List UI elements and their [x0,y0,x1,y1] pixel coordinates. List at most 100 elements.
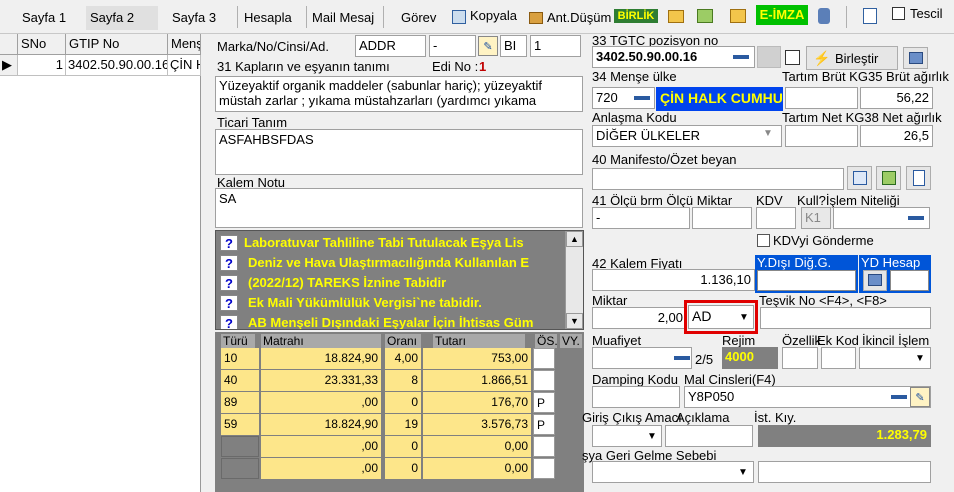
tax-cell-tutar[interactable]: 0,00 [423,458,531,479]
hesapla-button[interactable]: Hesapla [240,6,296,30]
chevron-down-icon[interactable]: ▼ [739,312,749,323]
cell-sno[interactable]: 1 [18,55,66,76]
info-item[interactable]: ? Laboratuvar Tahliline Tabi Tutulacak Eş… [218,233,524,253]
miktar-input[interactable]: 2,00 [592,307,687,329]
mail-mesaj-button[interactable]: Mail Mesaj [308,6,378,30]
tax-cell-matrah[interactable]: 18.824,90 [261,414,381,435]
column-header-mense[interactable]: Menş [168,34,201,55]
net-agirlik-input[interactable]: 26,5 [860,125,933,147]
tax-cell-os[interactable] [533,436,555,457]
tgtc-checkbox[interactable] [785,50,800,65]
scroll-up-icon[interactable]: ▲ [566,231,583,247]
birlestir-button[interactable]: ⚡ Birleştir [806,46,898,70]
tax-cell-tur[interactable]: 59 [221,414,259,435]
tax-cell-tutar[interactable]: 753,00 [423,348,531,369]
olcu-miktar-input[interactable] [692,207,752,229]
info-item[interactable]: ? Deniz ve Hava Ulaştırmacılığında Kullan… [218,253,529,273]
tab-sayfa-3[interactable]: Sayfa 3 [168,6,220,30]
tax-cell-matrah[interactable]: ,00 [261,392,381,413]
copy-icon[interactable] [452,10,466,24]
aciklama-input[interactable] [665,425,753,447]
marka-dash-input[interactable]: - [429,35,476,57]
tax-cell-tur[interactable]: 10 [221,348,259,369]
ist-kiy-field[interactable]: 1.283,79 [758,425,931,447]
tax-cell-tur[interactable]: 89 [221,392,259,413]
manifesto-list-button[interactable] [847,166,872,190]
rejim-field[interactable]: 4000 [722,347,778,369]
islem-lookup-icon[interactable] [906,208,926,228]
tax-cell-os[interactable]: P [533,392,555,413]
birlik-button[interactable]: BİRLİK [614,9,658,23]
info-item[interactable]: ? (2022/12) TAREKS İznine Tabidir [218,273,446,293]
kalem-notu-textarea[interactable]: SA [215,188,583,228]
kdv-input[interactable] [756,207,796,229]
tartim-net-input[interactable] [785,125,858,147]
tax-cell-oran[interactable]: 8 [385,370,421,391]
tax-cell-matrah[interactable]: ,00 [261,436,381,457]
tax-cell-tutar[interactable]: 0,00 [423,436,531,457]
chevron-down-icon[interactable]: ▼ [915,353,925,364]
scroll-down-icon[interactable]: ▼ [566,313,583,329]
tax-cell-tutar[interactable]: 3.576,73 [423,414,531,435]
column-header-gtip[interactable]: GTIP No [66,34,168,55]
tab-sayfa-1[interactable]: Sayfa 1 [18,6,70,30]
folder-up-icon[interactable] [697,9,713,23]
info-item[interactable]: ? Ek Mali Yükümlülük Vergisi`ne tabidir. [218,293,482,313]
tanim-textarea[interactable]: Yüzeyaktif organik maddeler (sabunlar ha… [215,76,583,112]
tax-cell-matrah[interactable]: 23.331,33 [261,370,381,391]
tax-cell-oran[interactable]: 19 [385,414,421,435]
tax-cell-tur[interactable] [221,458,259,479]
kdvyi-checkbox[interactable] [757,234,770,247]
chevron-down-icon[interactable]: ▼ [647,431,657,442]
column-header-sno[interactable]: SNo [18,34,66,55]
tax-cell-matrah[interactable]: 18.824,90 [261,348,381,369]
edit-icon[interactable]: ✎ [478,36,498,56]
ozellik-input[interactable] [782,347,818,369]
kopyala-button[interactable]: Kopyala [466,4,521,28]
cell-gtip[interactable]: 3402.50.90.00.16 [66,55,168,76]
tab-sayfa-2[interactable]: Sayfa 2 [86,6,158,30]
tax-cell-tutar[interactable]: 1.866,51 [423,370,531,391]
gorev-button[interactable]: Görev [397,6,440,30]
manifesto-grid-button[interactable] [876,166,901,190]
bi-input[interactable]: BI [500,35,527,57]
ekkod-input[interactable] [821,347,856,369]
ydisi-input[interactable] [757,270,856,291]
tax-cell-os[interactable] [533,370,555,391]
folder-down-icon[interactable] [730,9,746,23]
ticari-textarea[interactable]: ASFAHBSFDAS [215,129,583,175]
anlasma-select[interactable]: DİĞER ÜLKELER [592,125,782,147]
edit-icon[interactable]: ✎ [910,387,930,407]
search-doc-icon[interactable] [863,8,877,24]
info-scrollbar[interactable]: ▲ ▼ [565,231,583,329]
folder-icon[interactable] [668,10,684,23]
mense-name-field[interactable]: ÇİN HALK CUMHU [656,87,783,111]
geri-select[interactable] [592,461,754,483]
row-indicator[interactable]: ▶ [0,55,18,76]
tax-cell-os[interactable]: P [533,414,555,435]
brut-agirlik-input[interactable]: 56,22 [860,87,933,109]
kalem-fiyat-input[interactable]: 1.136,10 [592,269,755,291]
damping-input[interactable] [592,386,680,408]
info-item[interactable]: ? AB Menşeli Dışındaki Eşyalar İçin İhtis… [218,313,533,329]
tax-cell-oran[interactable]: 4,00 [385,348,421,369]
tartim-brut-input[interactable] [785,87,858,109]
ydhesap-button[interactable] [863,270,887,291]
tgtc-lookup-icon[interactable] [731,47,751,67]
cell-mense[interactable]: ÇİN H [168,55,201,76]
tax-cell-oran[interactable]: 0 [385,392,421,413]
tax-cell-tur[interactable]: 40 [221,370,259,391]
e-imza-button[interactable]: E-İMZA [756,5,808,25]
chevron-down-icon[interactable]: ▼ [763,128,773,139]
tax-cell-oran[interactable]: 0 [385,458,421,479]
k1-input[interactable]: K1 [801,207,831,229]
tax-cell-oran[interactable]: 0 [385,436,421,457]
ant-dusum-button[interactable]: Ant.Düşüm [543,6,615,30]
calculator-button[interactable] [903,47,928,69]
marka-input[interactable]: ADDR [355,35,426,57]
ydhesap-input[interactable] [890,270,929,291]
mense-lookup-icon[interactable] [632,88,652,108]
muafiyet-lookup-icon[interactable] [672,348,692,368]
bi-value-input[interactable]: 1 [530,35,581,57]
manifesto-copy-button[interactable] [906,166,931,190]
